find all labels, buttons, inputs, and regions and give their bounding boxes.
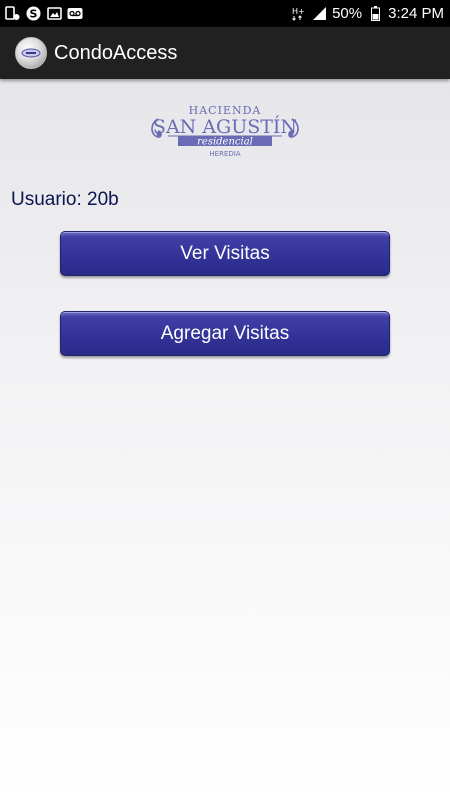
app-logo-icon xyxy=(15,37,47,69)
app-title: CondoAccess xyxy=(54,41,178,64)
hplus-icon: H + xyxy=(290,6,306,22)
status-bar: S H + 50% 3:24 PM xyxy=(0,0,450,27)
logo-line4: HEREDIA xyxy=(209,150,240,158)
clock: 3:24 PM xyxy=(388,5,444,22)
notification-icon xyxy=(4,6,20,22)
gallery-icon xyxy=(46,6,62,22)
svg-text:S: S xyxy=(29,8,37,21)
battery-percent: 50% xyxy=(332,5,363,22)
add-visits-button[interactable]: Agregar Visitas xyxy=(60,311,390,356)
action-bar: CondoAccess xyxy=(0,27,450,79)
view-visits-button[interactable]: Ver Visitas xyxy=(60,231,390,276)
main-content: HACIENDA SAN AGUSTÍN residencial HEREDIA… xyxy=(0,79,450,800)
user-label: Usuario: 20b xyxy=(11,189,119,210)
status-right: H + 50% 3:24 PM xyxy=(290,5,444,22)
logo-line2: SAN AGUSTÍN xyxy=(153,115,297,138)
svg-text:+: + xyxy=(298,7,304,16)
status-left: S xyxy=(4,6,83,22)
hacienda-logo: HACIENDA SAN AGUSTÍN residencial HEREDIA xyxy=(148,103,302,159)
signal-icon xyxy=(311,6,327,22)
logo-line3: residencial xyxy=(197,137,253,148)
voicemail-icon xyxy=(67,6,83,22)
battery-icon xyxy=(367,6,383,22)
skype-icon: S xyxy=(25,6,41,22)
